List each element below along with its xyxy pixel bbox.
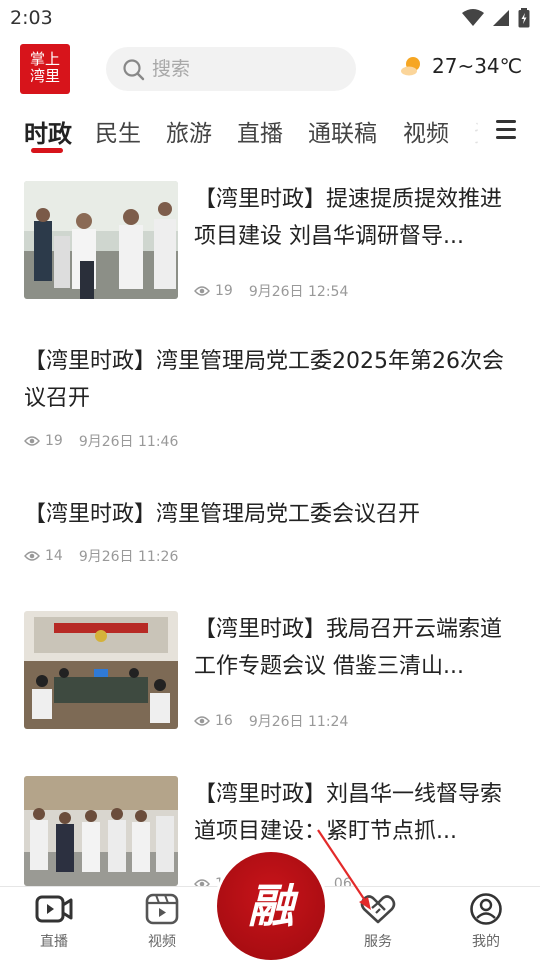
eye-icon: [194, 716, 210, 726]
article-thumbnail: [24, 181, 178, 299]
article-title: 【湾里时政】提速提质提效推进项目建设 刘昌华调研督导...: [194, 187, 503, 249]
active-tab-indicator: [31, 148, 63, 153]
center-media-button[interactable]: 融: [217, 852, 325, 960]
article-meta: 19 9月26日 11:46: [24, 431, 178, 451]
category-tabs: 时政 民生 旅游 直播 通联稿 视频 资: [0, 108, 540, 158]
logo-line: 掌上: [29, 50, 60, 68]
status-bar: 2:03: [0, 0, 540, 36]
weather-temperature: 27~34℃: [432, 54, 523, 78]
publish-time: 9月26日 11:24: [248, 714, 349, 730]
user-profile-icon: [470, 893, 502, 925]
article-thumbnail: [24, 611, 178, 729]
list-item[interactable]: 【湾里时政】湾里管理局党工委会议召开 14 9月26日 11:26: [0, 496, 540, 566]
handshake-icon: [360, 895, 396, 924]
article-thumbnail: [24, 776, 178, 886]
view-count: 14: [45, 548, 63, 564]
article-title: 【湾里时政】湾里管理局党工委会议召开: [24, 502, 421, 527]
app-logo[interactable]: 掌上 湾里: [20, 44, 70, 94]
eye-icon: [24, 551, 40, 561]
tab-current-affairs[interactable]: 时政: [24, 114, 72, 149]
article-title: 【湾里时政】我局召开云端索道工作专题会议 借鉴三清山...: [194, 617, 503, 679]
nav-profile[interactable]: 我的: [446, 893, 526, 951]
search-bar[interactable]: [106, 47, 356, 91]
nav-video[interactable]: 视频: [122, 893, 202, 951]
status-icons: [462, 8, 530, 28]
battery-icon: [518, 8, 530, 28]
list-item[interactable]: 【湾里时政】湾里管理局党工委2025年第26次会议召开 19 9月26日 11:…: [0, 343, 540, 453]
article-title: 【湾里时政】湾里管理局党工委2025年第26次会议召开: [24, 349, 504, 411]
nav-services[interactable]: 服务: [338, 893, 418, 951]
eye-icon: [194, 286, 210, 296]
view-count: 16: [215, 713, 233, 729]
logo-line: 湾里: [29, 67, 60, 85]
article-meta: 16 9月26日 11:24: [194, 711, 348, 731]
signal-icon: [493, 10, 509, 26]
article-title: 【湾里时政】刘昌华一线督导索道项目建设：紧盯节点抓...: [194, 782, 503, 844]
status-time: 2:03: [10, 7, 53, 29]
tab-video[interactable]: 视频: [403, 114, 449, 148]
list-item[interactable]: 【湾里时政】我局召开云端索道工作专题会议 借鉴三清山... 16 9月26日 1…: [0, 611, 540, 731]
nav-label: 服务: [364, 934, 392, 950]
wifi-icon: [462, 9, 484, 26]
tab-fade: [458, 108, 480, 152]
view-count: 19: [45, 433, 63, 449]
center-logo-glyph: 融: [248, 879, 294, 933]
nav-label: 我的: [472, 934, 500, 950]
menu-icon: [496, 120, 516, 139]
nav-live[interactable]: 直播: [14, 893, 94, 951]
nav-label: 视频: [148, 934, 176, 950]
view-count: 19: [215, 283, 233, 299]
video-camera-icon: [35, 895, 73, 923]
search-icon: [123, 59, 145, 81]
tab-tourism[interactable]: 旅游: [166, 114, 212, 148]
eye-icon: [24, 436, 40, 446]
tab-live[interactable]: 直播: [237, 114, 283, 148]
sunny-cloud-icon: [401, 57, 420, 76]
list-item[interactable]: 【湾里时政】提速提质提效推进项目建设 刘昌华调研督导... 19 9月26日 1…: [0, 181, 540, 301]
article-meta: 19 9月26日 12:54: [194, 281, 348, 301]
video-player-icon: [145, 893, 179, 925]
tab-livelihood[interactable]: 民生: [95, 114, 141, 148]
weather-widget[interactable]: 27~34℃: [400, 54, 522, 78]
nav-label: 直播: [40, 934, 68, 950]
publish-time: 9月26日 11:46: [78, 434, 179, 450]
article-meta: 14 9月26日 11:26: [24, 546, 178, 566]
search-input[interactable]: [152, 47, 342, 91]
app-header: 掌上 湾里 27~34℃: [0, 40, 540, 96]
tab-more-button[interactable]: [478, 112, 518, 148]
tab-correspondence[interactable]: 通联稿: [308, 114, 377, 148]
publish-time: 9月26日 11:26: [78, 549, 179, 565]
publish-time: 9月26日 12:54: [248, 284, 349, 300]
